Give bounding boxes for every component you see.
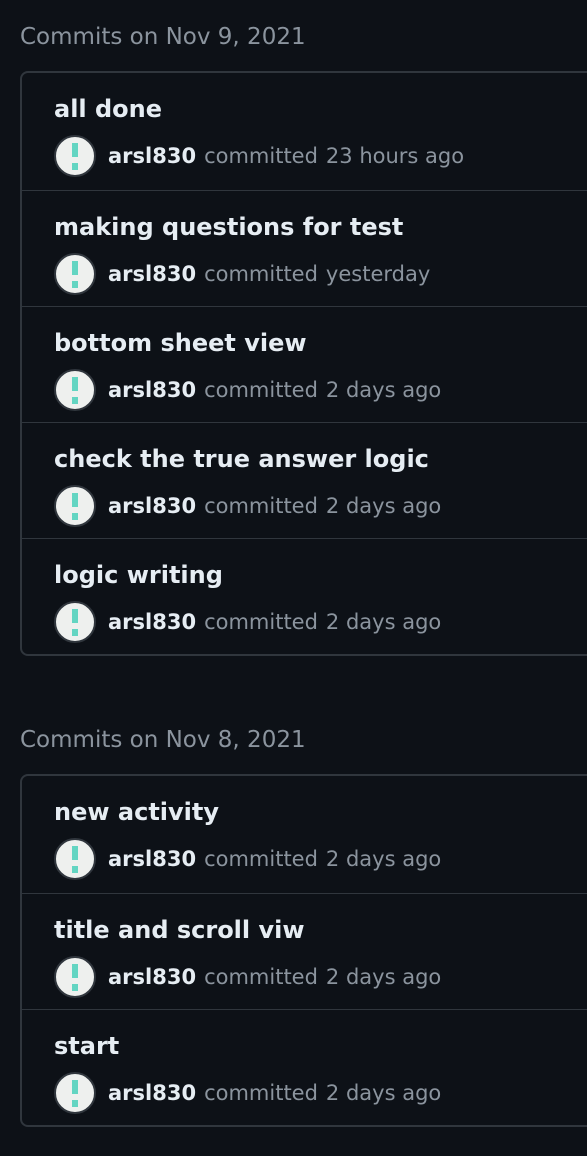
identicon-avatar-icon[interactable] [54, 485, 96, 527]
identicon-avatar-icon[interactable] [54, 1072, 96, 1114]
commit-title-link[interactable]: logic writing [54, 559, 223, 591]
commit-title-link[interactable]: all done [54, 93, 162, 125]
commit-action: committed [204, 847, 318, 871]
commit-row: all done arsl830 committed 23 hours ago [22, 73, 587, 190]
commit-meta: arsl830 committed 2 days ago [54, 1072, 441, 1114]
commit-list: all done arsl830 committed 23 hours ago … [20, 71, 587, 656]
commit-meta: arsl830 committed 2 days ago [54, 956, 441, 998]
commit-meta: arsl830 committed 2 days ago [54, 601, 441, 643]
commit-action: committed [204, 1081, 318, 1105]
commit-row: start arsl830 committed 2 days ago [22, 1009, 587, 1125]
commit-row: bottom sheet view arsl830 committed 2 da… [22, 306, 587, 422]
commit-title-link[interactable]: title and scroll viw [54, 914, 305, 946]
commit-title-link[interactable]: bottom sheet view [54, 327, 307, 359]
commit-time: 2 days ago [325, 847, 442, 871]
commit-title-link[interactable]: making questions for test [54, 211, 403, 243]
identicon-avatar-icon[interactable] [54, 956, 96, 998]
commit-meta: arsl830 committed 2 days ago [54, 838, 441, 880]
commit-group: Commits on Nov 8, 2021 new activity arsl… [20, 721, 587, 1127]
commit-action: committed [204, 494, 318, 518]
commit-author-link[interactable]: arsl830 [108, 144, 196, 168]
commit-time: 2 days ago [325, 1081, 442, 1105]
commit-row: logic writing arsl830 committed 2 days a… [22, 538, 587, 654]
commit-author-link[interactable]: arsl830 [108, 965, 196, 989]
commit-author-link[interactable]: arsl830 [108, 378, 196, 402]
commit-action: committed [204, 965, 318, 989]
identicon-avatar-icon[interactable] [54, 369, 96, 411]
commit-group: Commits on Nov 9, 2021 all done arsl830 … [20, 18, 587, 656]
commit-time: 2 days ago [325, 965, 442, 989]
commit-title-link[interactable]: check the true answer logic [54, 443, 429, 475]
commit-group-header: Commits on Nov 8, 2021 [20, 727, 306, 753]
commit-meta: arsl830 committed yesterday [54, 253, 430, 295]
commit-action: committed [204, 144, 318, 168]
commit-author-link[interactable]: arsl830 [108, 1081, 196, 1105]
identicon-avatar-icon[interactable] [54, 601, 96, 643]
commit-author-link[interactable]: arsl830 [108, 262, 196, 286]
commit-author-link[interactable]: arsl830 [108, 610, 196, 634]
commit-row: new activity arsl830 committed 2 days ag… [22, 776, 587, 893]
commit-meta: arsl830 committed 2 days ago [54, 369, 441, 411]
commit-list: new activity arsl830 committed 2 days ag… [20, 774, 587, 1127]
commit-title-link[interactable]: start [54, 1030, 119, 1062]
commit-title-link[interactable]: new activity [54, 796, 219, 828]
identicon-avatar-icon[interactable] [54, 253, 96, 295]
commit-time: 2 days ago [325, 494, 442, 518]
commit-time: yesterday [325, 262, 431, 286]
commit-meta: arsl830 committed 23 hours ago [54, 135, 464, 177]
identicon-avatar-icon[interactable] [54, 135, 96, 177]
commit-meta: arsl830 committed 2 days ago [54, 485, 441, 527]
commit-time: 2 days ago [325, 378, 442, 402]
commit-action: committed [204, 610, 318, 634]
identicon-avatar-icon[interactable] [54, 838, 96, 880]
commit-time: 23 hours ago [325, 144, 465, 168]
commit-time: 2 days ago [325, 610, 442, 634]
commit-author-link[interactable]: arsl830 [108, 494, 196, 518]
commit-row: check the true answer logic arsl830 comm… [22, 422, 587, 538]
commit-row: title and scroll viw arsl830 committed 2… [22, 893, 587, 1009]
commit-author-link[interactable]: arsl830 [108, 847, 196, 871]
commit-row: making questions for test arsl830 commit… [22, 190, 587, 306]
commit-action: committed [204, 378, 318, 402]
commit-action: committed [204, 262, 318, 286]
commit-group-header: Commits on Nov 9, 2021 [20, 24, 306, 50]
